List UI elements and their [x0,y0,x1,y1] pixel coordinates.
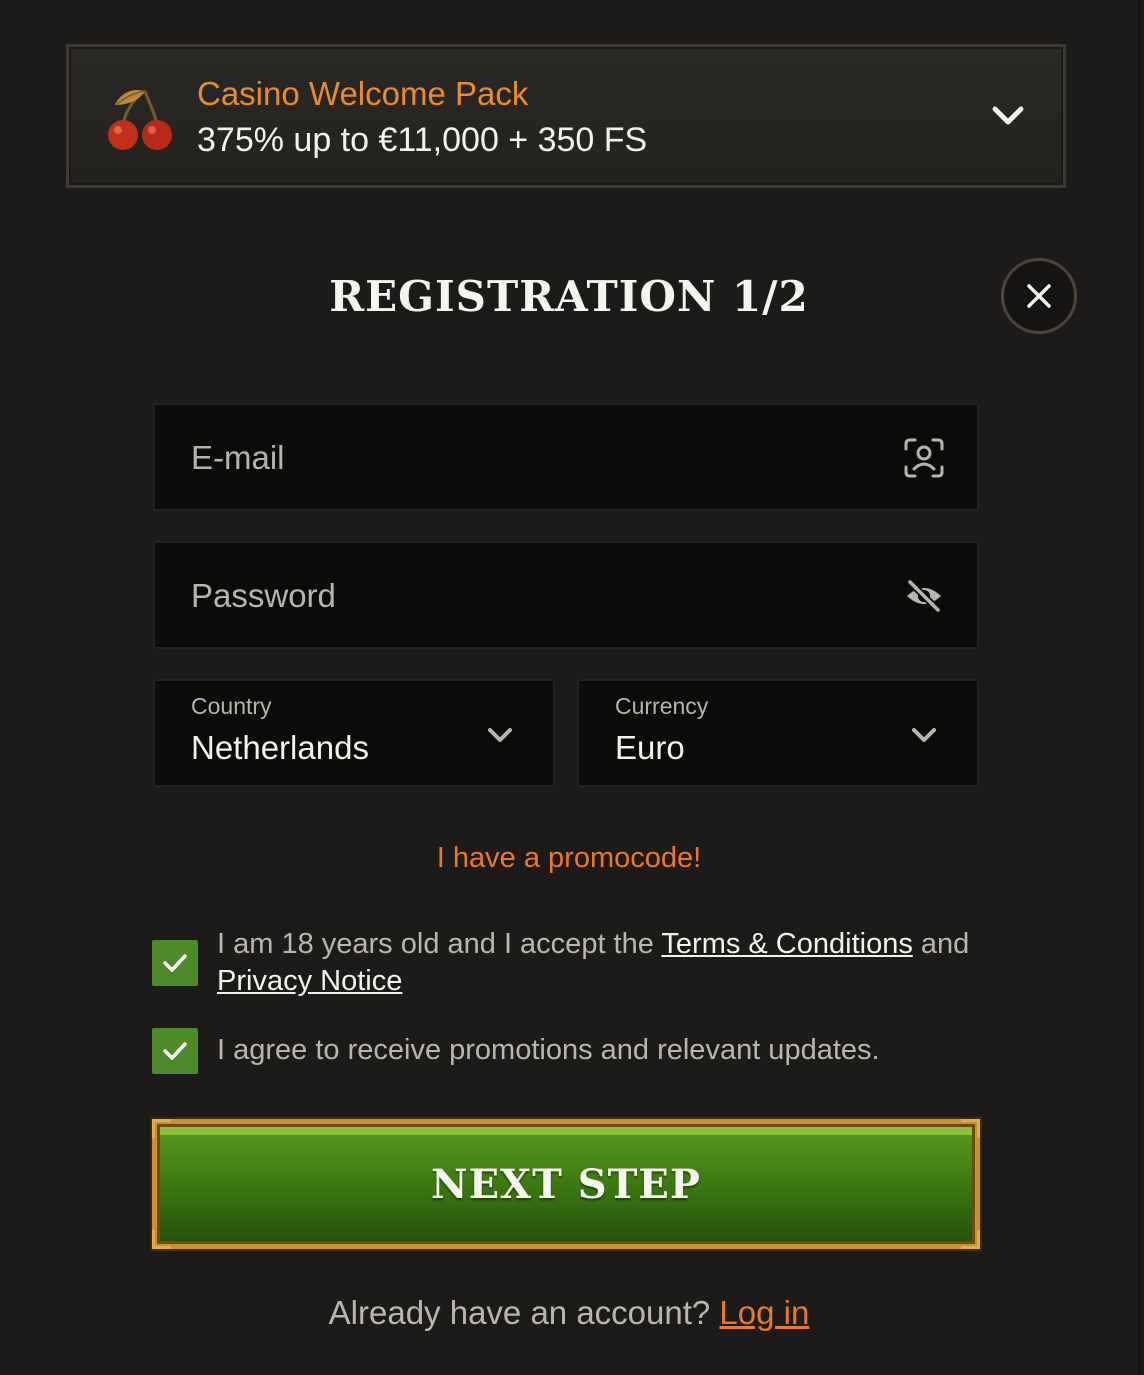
currency-select[interactable]: Currency Euro [577,679,979,787]
country-select[interactable]: Country Netherlands [153,679,555,787]
bonus-offer: 375% up to €11,000 + 350 FS [197,121,648,159]
eye-off-icon[interactable] [903,575,945,617]
button-corner-ornament [152,1230,171,1249]
password-placeholder: Password [191,577,336,614]
cherry-icon [108,89,172,150]
country-label: Country [191,693,272,719]
button-corner-ornament [961,1119,980,1138]
terms-text-between: and [912,928,970,960]
chevron-down-icon [488,728,512,742]
password-field[interactable]: Password [153,541,979,649]
login-question: Already have an account? [328,1294,720,1331]
terms-conditions-link[interactable]: Terms & Conditions [661,928,912,960]
next-step-button[interactable]: NEXT STEP [152,1119,980,1249]
bonus-title: Casino Welcome Pack [197,75,529,112]
registration-modal: Casino Welcome Pack 375% up to €11,000 +… [0,0,1141,1375]
currency-value: Euro [615,729,685,766]
chevron-down-icon [912,728,936,742]
close-icon [1027,284,1051,308]
email-field[interactable]: E-mail [153,403,979,511]
welcome-bonus-banner[interactable]: Casino Welcome Pack 375% up to €11,000 +… [66,44,1066,188]
promocode-link[interactable]: I have a promocode! [0,842,1138,875]
privacy-notice-link[interactable]: Privacy Notice [217,965,402,997]
login-link[interactable]: Log in [719,1294,809,1331]
check-icon [163,1042,187,1060]
terms-text-before: I am 18 years old and I accept the [217,928,662,960]
email-placeholder: E-mail [191,439,285,476]
terms-consent-text: I am 18 years old and I accept the Terms… [217,926,977,1000]
login-prompt: Already have an account? Log in [0,1294,1138,1332]
terms-checkbox[interactable] [152,940,198,986]
face-scan-icon[interactable] [903,437,945,479]
button-corner-ornament [152,1119,171,1138]
page-title: REGISTRATION 1/2 [329,272,809,321]
promotions-checkbox[interactable] [152,1028,198,1074]
currency-label: Currency [615,693,709,719]
close-button[interactable] [1001,258,1077,334]
button-corner-ornament [961,1230,980,1249]
chevron-down-icon[interactable] [991,103,1025,129]
next-step-label: NEXT STEP [431,1160,701,1208]
country-value: Netherlands [191,729,369,766]
promotions-consent-text: I agree to receive promotions and releva… [217,1034,880,1066]
check-icon [163,954,187,972]
